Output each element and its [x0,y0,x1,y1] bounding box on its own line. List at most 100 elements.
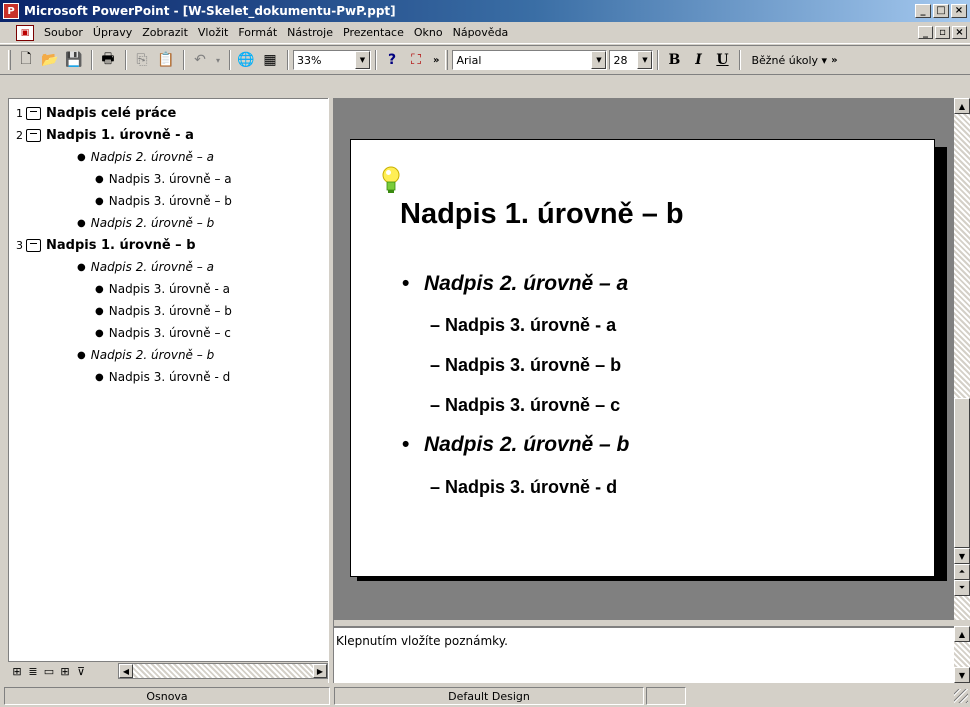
slide-view-icon[interactable]: ▭ [42,665,56,679]
previous-slide-icon[interactable]: ⏶ [954,564,970,580]
outline-slide-title[interactable]: Nadpis 1. úrovně – b [46,238,196,253]
doc-restore-button[interactable]: ▫ [935,26,950,39]
toolbar-more-chevron[interactable]: » [433,55,439,66]
outline-slide-2[interactable]: 2 Nadpis 1. úrovně - a [11,124,194,146]
slide-icon[interactable] [26,238,41,252]
slide-bullet-level3[interactable]: – Nadpis 3. úrovně – c [430,395,620,416]
outline-item[interactable]: ● Nadpis 3. úrovně – a [95,168,232,190]
slide-bullet-text[interactable]: Nadpis 2. úrovně – a [424,272,628,295]
toolbar-grip[interactable] [8,50,11,70]
save-icon[interactable]: 💾 [63,49,85,71]
maximize-button[interactable]: □ [933,4,949,18]
outline-item-text[interactable]: Nadpis 3. úrovně – b [109,194,232,208]
outline-slide-1[interactable]: 1 Nadpis celé práce [11,102,176,124]
outline-pane[interactable]: 1 Nadpis celé práce 2 Nadpis 1. úrovně -… [8,98,328,661]
help-icon[interactable]: ? [381,49,403,71]
doc-minimize-button[interactable]: _ [918,26,933,39]
document-icon[interactable]: ▣ [16,24,34,41]
underline-button[interactable]: U [711,49,733,71]
insert-hyperlink-icon[interactable]: 🌐 [235,49,257,71]
scroll-thumb[interactable] [954,398,970,548]
outline-item[interactable]: ● Nadpis 3. úrovně – b [95,300,232,322]
outline-item[interactable]: ● Nadpis 3. úrovně – c [95,322,231,344]
doc-close-button[interactable]: × [952,26,967,39]
outline-item-text[interactable]: Nadpis 3. úrovně – a [109,172,232,186]
italic-button[interactable]: I [687,49,709,71]
powerpoint-app-icon[interactable]: P [3,3,19,19]
undo-icon[interactable]: ↶ [189,49,211,71]
outline-item[interactable]: ● Nadpis 3. úrovně – b [95,190,232,212]
formatting-toolbar-grip[interactable] [445,50,449,70]
normal-view-icon[interactable]: ⊞ [10,665,24,679]
outline-item[interactable]: ● Nadpis 3. úrovně - a [95,278,230,300]
slide-vertical-scrollbar[interactable]: ▲ ▼ ⏶ ⏷ [954,98,970,620]
scroll-left-icon[interactable]: ◀ [119,664,133,678]
slide-bullet-text[interactable]: Nadpis 2. úrovně – b [424,433,629,456]
zoom-select[interactable]: 33% ▼ [293,50,371,70]
menu-okno[interactable]: Okno [409,24,448,41]
font-select[interactable]: Arial ▼ [452,50,608,70]
slide-title[interactable]: Nadpis 1. úrovně – b [400,198,684,231]
slide-bullet-level3[interactable]: – Nadpis 3. úrovně - a [430,315,616,336]
slide-bullet-level2[interactable]: • Nadpis 2. úrovně – b [402,433,629,457]
slide-bullet-text[interactable]: Nadpis 3. úrovně – c [445,395,620,415]
insert-table-icon[interactable]: ▦ [259,49,281,71]
outline-item-text[interactable]: Nadpis 3. úrovně - a [109,282,230,296]
outline-item-text[interactable]: Nadpis 3. úrovně – b [109,304,232,318]
close-button[interactable]: × [951,4,967,18]
outline-item-text[interactable]: Nadpis 2. úrovně – b [91,348,214,362]
slide-bullet-level3[interactable]: – Nadpis 3. úrovně – b [430,355,621,376]
outline-item-text[interactable]: Nadpis 2. úrovně – a [91,260,214,274]
paste-icon[interactable]: 📋 [155,49,177,71]
outline-item[interactable]: ● Nadpis 2. úrovně – b [77,344,214,366]
notes-scroll-down-icon[interactable]: ▼ [954,667,970,683]
menu-format[interactable]: Formát [233,24,282,41]
common-tasks-menu[interactable]: Běžné úkoly ▾ [751,54,827,67]
zoom-dropdown-arrow[interactable]: ▼ [355,51,370,69]
menu-vlozit[interactable]: Vložit [193,24,233,41]
menu-upravy[interactable]: Úpravy [88,24,137,41]
notes-pane[interactable]: Klepnutím vložíte poznámky. [334,626,954,683]
outline-item-text[interactable]: Nadpis 2. úrovně – b [91,216,214,230]
outline-item[interactable]: ● Nadpis 3. úrovně - d [95,366,230,388]
slide-bullet-level2[interactable]: • Nadpis 2. úrovně – a [402,272,628,296]
notes-placeholder[interactable]: Klepnutím vložíte poznámky. [336,634,508,648]
scroll-up-icon[interactable]: ▲ [954,98,970,114]
outline-slide-3[interactable]: 3 Nadpis 1. úrovně – b [11,234,196,256]
copy-icon[interactable]: ⎘ [131,49,153,71]
new-document-icon[interactable]: 🗋 [15,49,37,71]
slide-bullet-text[interactable]: Nadpis 3. úrovně – b [445,355,621,375]
outline-slide-title[interactable]: Nadpis celé práce [46,106,176,121]
outline-view-icon[interactable]: ≣ [26,665,40,679]
open-folder-icon[interactable]: 📂 [39,49,61,71]
slide-show-icon[interactable]: ⊽ [74,665,88,679]
resize-grip-icon[interactable] [954,689,968,703]
scroll-right-icon[interactable]: ▶ [313,664,327,678]
next-slide-icon[interactable]: ⏷ [954,580,970,596]
bold-button[interactable]: B [663,49,685,71]
slide-icon[interactable] [26,128,41,142]
undo-dropdown-icon[interactable]: ▾ [213,49,223,71]
menu-napoveda[interactable]: Nápověda [448,24,514,41]
menu-zobrazit[interactable]: Zobrazit [137,24,193,41]
lightbulb-icon[interactable] [380,165,402,195]
font-dropdown-arrow[interactable]: ▼ [591,51,607,69]
outline-item[interactable]: ● Nadpis 2. úrovně – a [77,146,214,168]
formatting-more-chevron[interactable]: » [831,55,837,66]
outline-horizontal-scrollbar[interactable]: ◀ ▶ [118,663,328,679]
font-size-select[interactable]: 28 ▼ [609,50,654,70]
notes-scrollbar[interactable]: ▲ ▼ [954,626,970,683]
print-icon[interactable]: 🖶 [97,49,119,71]
menu-prezentace[interactable]: Prezentace [338,24,409,41]
outline-item-text[interactable]: Nadpis 3. úrovně - d [109,370,231,384]
minimize-button[interactable]: _ [915,4,931,18]
notes-scroll-up-icon[interactable]: ▲ [954,626,970,642]
outline-item[interactable]: ● Nadpis 2. úrovně – a [77,256,214,278]
pdf-icon[interactable]: ⛶ [405,49,427,71]
slide-bullet-text[interactable]: Nadpis 3. úrovně - a [445,315,616,335]
slide-sorter-icon[interactable]: ⊞ [58,665,72,679]
outline-item-text[interactable]: Nadpis 3. úrovně – c [109,326,231,340]
outline-slide-title[interactable]: Nadpis 1. úrovně - a [46,128,194,143]
slide-bullet-text[interactable]: Nadpis 3. úrovně - d [445,477,617,497]
outline-item-text[interactable]: Nadpis 2. úrovně – a [91,150,214,164]
